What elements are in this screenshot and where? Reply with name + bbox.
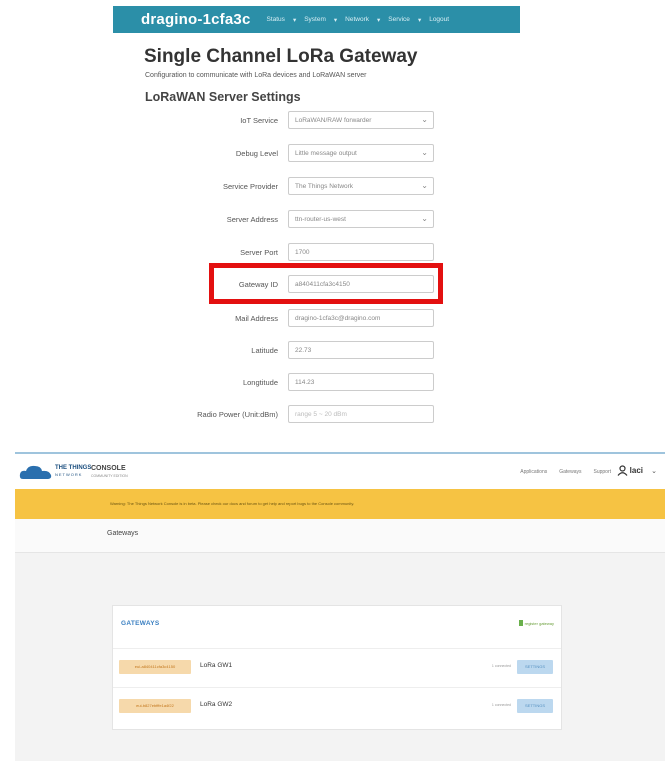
console-edition: COMMUNITY EDITION	[91, 474, 128, 478]
iot-service-select[interactable]: LoRaWAN/RAW forwarder ⌄	[288, 111, 434, 129]
server-port-label: Server Port	[240, 248, 278, 257]
debug-level-select[interactable]: Little message output ⌄	[288, 144, 434, 162]
gateways-card: GATEWAYS register gateway eui-a840411cfa…	[112, 605, 562, 730]
breadcrumb-bar: Gateways	[15, 519, 665, 553]
longitude-row: Longtitude 114.23	[140, 373, 440, 393]
iot-service-row: IoT Service LoRaWAN/RAW forwarder ⌄	[140, 111, 440, 131]
ttn-console-page: THE THINGS NETWORK CONSOLE COMMUNITY EDI…	[15, 452, 665, 761]
register-gateway-label: register gateway	[524, 620, 554, 626]
gateway-status: 1 connected	[491, 664, 511, 668]
dragino-config-page: dragino-1cfa3c Status ▾ System ▾ Network ▾ …	[0, 0, 665, 440]
mail-address-label: Mail Address	[235, 314, 278, 323]
latitude-label: Latitude	[251, 346, 278, 355]
latitude-input[interactable]: 22.73	[288, 341, 434, 359]
top-navbar: dragino-1cfa3c Status ▾ System ▾ Network ▾ …	[113, 6, 520, 33]
nav-network[interactable]: Network	[345, 16, 369, 24]
ttn-logo-subtext: NETWORK	[55, 472, 83, 477]
gateway-row[interactable]: eui-a840411cfa3c4150 LoRa GW1 1 connecte…	[113, 648, 561, 687]
mail-address-input[interactable]: dragino-1cfa3c@dragino.com	[288, 309, 434, 327]
chevron-down-icon: ⌄	[421, 148, 428, 157]
console-label: CONSOLE	[91, 465, 126, 472]
server-address-select[interactable]: ttn-router-us-west ⌄	[288, 210, 434, 228]
user-name: laci	[629, 466, 643, 475]
gateway-id-highlight	[209, 263, 443, 304]
chevron-down-icon[interactable]: ⌄	[651, 467, 657, 475]
nav-caret-icon: ▾	[417, 16, 422, 24]
warning-text: Warning: The Things Network Console is i…	[110, 501, 355, 506]
radio-power-label: Radio Power (Unit:dBm)	[197, 410, 278, 419]
cloud-logo-icon	[19, 465, 52, 479]
debug-level-row: Debug Level Little message output ⌄	[140, 144, 440, 164]
longitude-label: Longtitude	[242, 378, 278, 387]
server-port-input[interactable]: 1700	[288, 243, 434, 261]
chevron-down-icon: ⌄	[421, 181, 428, 190]
latitude-row: Latitude 22.73	[140, 341, 440, 361]
nav-support[interactable]: Support	[593, 469, 611, 475]
service-provider-label: Service Provider	[222, 182, 278, 191]
plus-icon	[518, 620, 523, 626]
nav-gateways[interactable]: Gateways	[559, 469, 581, 475]
brand-link[interactable]: dragino-1cfa3c	[141, 11, 251, 28]
ttn-logo-text: THE THINGS	[55, 465, 92, 471]
radio-power-input[interactable]: range 5 ~ 20 dBm	[288, 405, 434, 423]
iot-service-label: IoT Service	[240, 116, 278, 125]
chevron-down-icon: ⌄	[421, 214, 428, 223]
nav-menu: Status ▾ System ▾ Network ▾ Service ▾ Logout	[267, 16, 450, 24]
server-port-row: Server Port 1700	[140, 243, 440, 263]
gateway-eui-badge: eui-a840411cfa3c4150	[119, 660, 191, 674]
nav-system[interactable]: System	[304, 16, 326, 24]
ttn-header: THE THINGS NETWORK CONSOLE COMMUNITY EDI…	[15, 452, 665, 489]
user-icon	[617, 465, 628, 476]
gateway-settings-button[interactable]: SETTINGS	[517, 699, 553, 713]
nav-status[interactable]: Status	[267, 16, 285, 24]
server-address-label: Server Address	[226, 215, 278, 224]
service-provider-select[interactable]: The Things Network ⌄	[288, 177, 434, 195]
ttn-nav: Applications Gateways Support	[520, 469, 611, 475]
nav-service[interactable]: Service	[388, 16, 410, 24]
warning-banner: Warning: The Things Network Console is i…	[15, 489, 665, 519]
gateway-row[interactable]: eui-b827ebfffe1a4f22 LoRa GW2 1 connecte…	[113, 687, 561, 726]
page-title: Single Channel LoRa Gateway	[144, 46, 418, 67]
section-title: LoRaWAN Server Settings	[145, 90, 301, 104]
debug-level-label: Debug Level	[235, 149, 278, 158]
breadcrumb[interactable]: Gateways	[107, 530, 138, 537]
gateway-eui-badge: eui-b827ebfffe1a4f22	[119, 699, 191, 713]
nav-caret-icon: ▾	[376, 16, 381, 24]
gateway-settings-button[interactable]: SETTINGS	[517, 660, 553, 674]
server-address-row: Server Address ttn-router-us-west ⌄	[140, 210, 440, 230]
nav-caret-icon: ▾	[292, 16, 297, 24]
chevron-down-icon: ⌄	[421, 115, 428, 124]
gateway-name: LoRa GW2	[200, 701, 233, 708]
gateways-title: GATEWAYS	[121, 620, 160, 627]
nav-logout[interactable]: Logout	[429, 16, 449, 24]
nav-applications[interactable]: Applications	[520, 469, 547, 475]
radio-power-row: Radio Power (Unit:dBm) range 5 ~ 20 dBm	[140, 405, 440, 425]
mail-address-row: Mail Address dragino-1cfa3c@dragino.com	[140, 309, 440, 329]
longitude-input[interactable]: 114.23	[288, 373, 434, 391]
nav-caret-icon: ▾	[333, 16, 338, 24]
register-gateway-link[interactable]: register gateway	[518, 620, 554, 626]
page-subtitle: Configuration to communicate with LoRa d…	[145, 72, 367, 79]
user-menu[interactable]: laci	[617, 465, 643, 476]
service-provider-row: Service Provider The Things Network ⌄	[140, 177, 440, 197]
gateway-status: 1 connected	[491, 703, 511, 707]
gateway-name: LoRa GW1	[200, 662, 233, 669]
